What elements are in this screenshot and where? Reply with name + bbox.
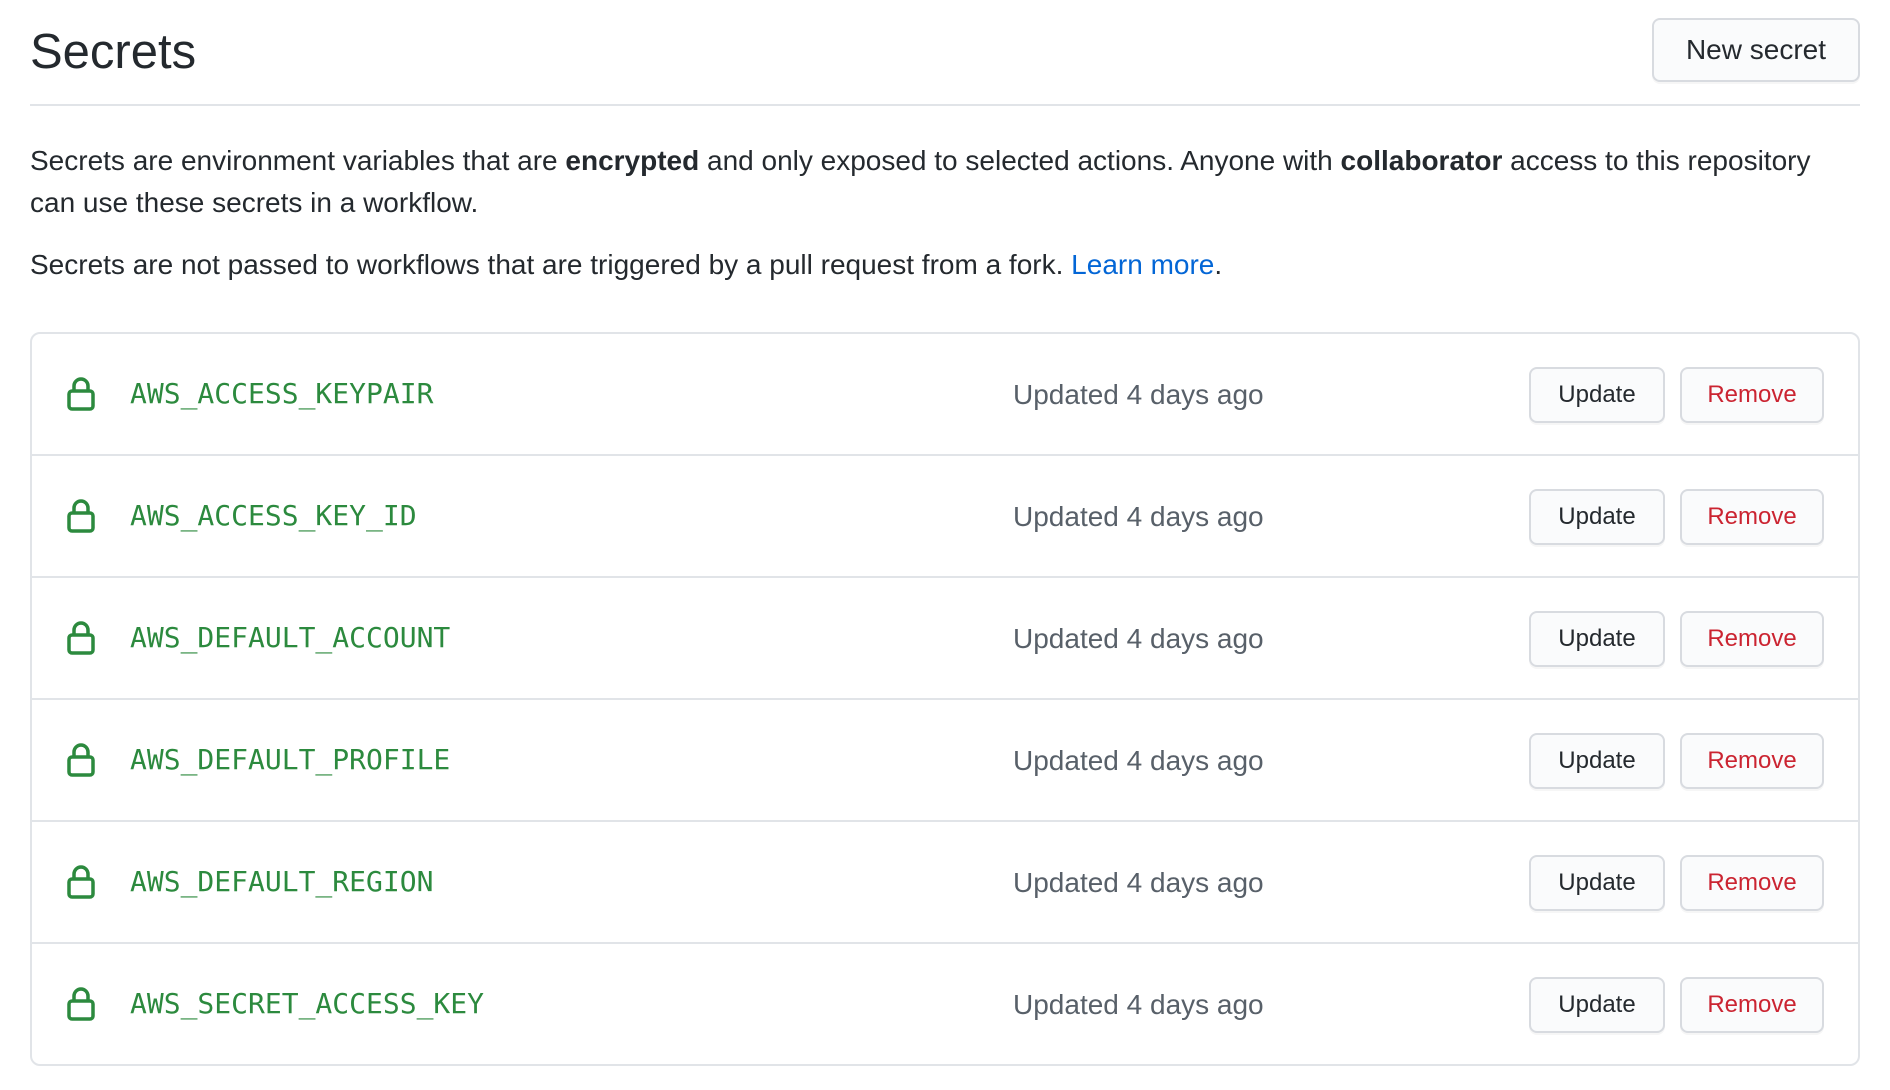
update-button[interactable]: Update: [1529, 977, 1665, 1033]
secret-updated-time: Updated 4 days ago: [1013, 379, 1264, 410]
lock-icon: [67, 865, 95, 899]
secrets-description: Secrets are environment variables that a…: [30, 140, 1860, 224]
secret-name: AWS_SECRET_ACCESS_KEY: [130, 987, 485, 1020]
description-encrypted: encrypted: [565, 145, 700, 176]
remove-button[interactable]: Remove: [1680, 855, 1824, 911]
secrets-page: Secrets New secret Secrets are environme…: [30, 0, 1860, 1066]
lock-icon: [67, 377, 95, 411]
remove-button[interactable]: Remove: [1680, 977, 1824, 1033]
lock-icon: [67, 499, 95, 533]
secret-updated-time: Updated 4 days ago: [1013, 623, 1264, 654]
secret-row: AWS_ACCESS_KEYPAIR Updated 4 days ago Up…: [32, 334, 1858, 454]
remove-button[interactable]: Remove: [1680, 489, 1824, 545]
page-header: Secrets New secret: [30, 0, 1860, 106]
page-title: Secrets: [30, 25, 197, 79]
secrets-list: AWS_ACCESS_KEYPAIR Updated 4 days ago Up…: [30, 332, 1860, 1066]
secret-row: AWS_SECRET_ACCESS_KEY Updated 4 days ago…: [32, 942, 1858, 1064]
remove-button[interactable]: Remove: [1680, 367, 1824, 423]
lock-icon: [67, 621, 95, 655]
description-collaborator: collaborator: [1340, 145, 1503, 176]
update-button[interactable]: Update: [1529, 855, 1665, 911]
secret-name: AWS_ACCESS_KEY_ID: [130, 499, 417, 532]
learn-more-link[interactable]: Learn more: [1071, 249, 1214, 280]
secret-name: AWS_ACCESS_KEYPAIR: [130, 377, 434, 410]
secret-updated-time: Updated 4 days ago: [1013, 989, 1264, 1020]
fork-notice-text: Secrets are not passed to workflows that…: [30, 249, 1072, 280]
secret-name: AWS_DEFAULT_ACCOUNT: [130, 621, 451, 654]
update-button[interactable]: Update: [1529, 733, 1665, 789]
secret-updated-time: Updated 4 days ago: [1013, 501, 1264, 532]
fork-notice: Secrets are not passed to workflows that…: [30, 244, 1860, 286]
update-button[interactable]: Update: [1529, 367, 1665, 423]
secret-name: AWS_DEFAULT_REGION: [130, 865, 434, 898]
lock-icon: [67, 743, 95, 777]
secret-row: AWS_DEFAULT_REGION Updated 4 days ago Up…: [32, 820, 1858, 942]
secret-row: AWS_ACCESS_KEY_ID Updated 4 days ago Upd…: [32, 454, 1858, 576]
lock-icon: [67, 987, 95, 1021]
description-text: and only exposed to selected actions. An…: [699, 145, 1341, 176]
secret-row: AWS_DEFAULT_ACCOUNT Updated 4 days ago U…: [32, 576, 1858, 698]
update-button[interactable]: Update: [1529, 611, 1665, 667]
remove-button[interactable]: Remove: [1680, 733, 1824, 789]
description-text: Secrets are environment variables that a…: [30, 145, 566, 176]
secret-row: AWS_DEFAULT_PROFILE Updated 4 days ago U…: [32, 698, 1858, 820]
secret-updated-time: Updated 4 days ago: [1013, 745, 1264, 776]
secret-name: AWS_DEFAULT_PROFILE: [130, 743, 451, 776]
fork-notice-period: .: [1214, 249, 1223, 280]
new-secret-button[interactable]: New secret: [1651, 18, 1860, 82]
remove-button[interactable]: Remove: [1680, 611, 1824, 667]
update-button[interactable]: Update: [1529, 489, 1665, 545]
secret-updated-time: Updated 4 days ago: [1013, 867, 1264, 898]
